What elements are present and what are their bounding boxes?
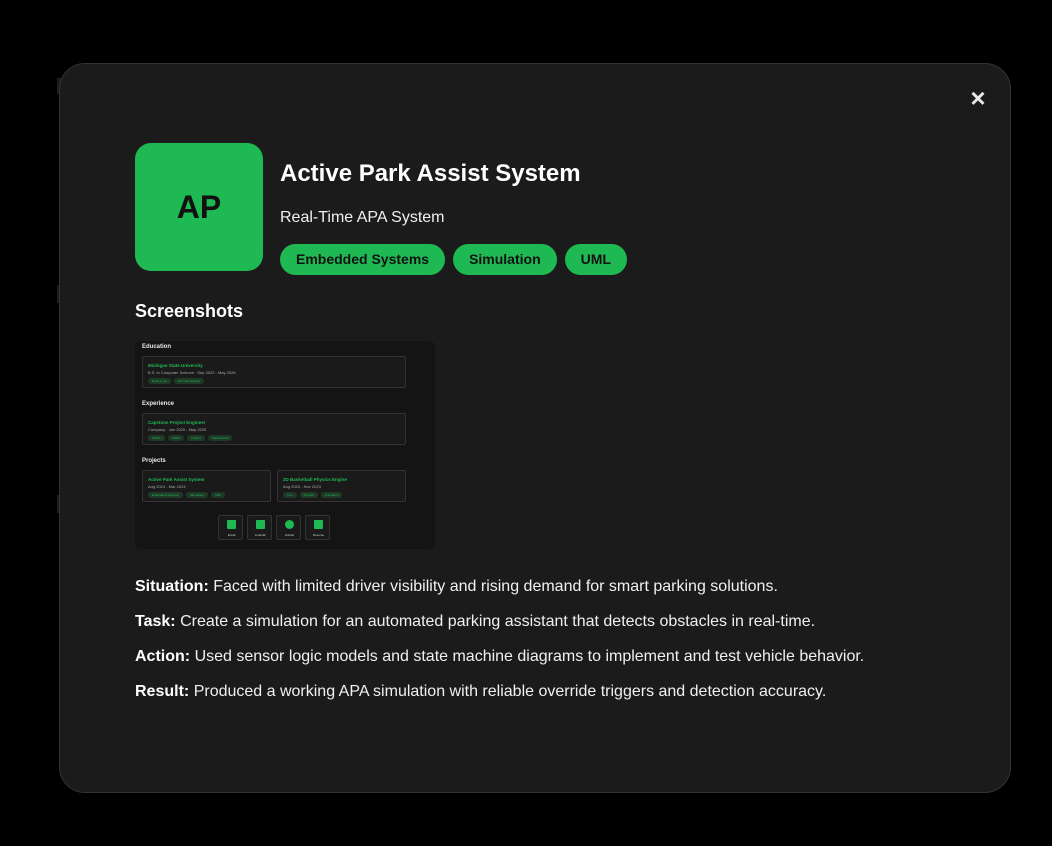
card-tags: Dean's List 3rd Year Student <box>148 378 205 384</box>
card-title: 2D Basketball Physics Engine <box>283 477 348 482</box>
star-label: Situation: <box>135 578 209 595</box>
screenshot-project-card: Active Park Assist System Aug 2024 - Mar… <box>142 470 271 502</box>
star-label: Task: <box>135 613 176 630</box>
star-action: Action: Used sensor logic models and sta… <box>135 648 864 666</box>
project-modal: × AP Active Park Assist System Real-Time… <box>59 63 1011 793</box>
button-label: Email <box>227 533 236 537</box>
tag-simulation: Simulation <box>453 244 557 275</box>
screenshot-experience-heading: Experience <box>142 401 175 407</box>
star-text: Produced a working APA simulation with r… <box>193 683 827 700</box>
star-text: Create a simulation for an automated par… <box>180 613 816 630</box>
button-label: LinkedIn <box>254 533 267 537</box>
star-text: Faced with limited driver visibility and… <box>213 578 778 595</box>
tag-uml: UML <box>564 244 627 275</box>
project-heading-group: Active Park Assist System Real-Time APA … <box>280 143 627 275</box>
card-tag: UML <box>210 492 226 498</box>
mail-icon <box>227 520 236 529</box>
star-result: Result: Produced a working APA simulatio… <box>135 683 826 701</box>
card-subtitle: Company · Jan 2025 - May 2025 <box>148 427 207 432</box>
card-tags: CUDA ONNX Python OpenSource <box>148 435 233 441</box>
card-title: Active Park Assist System <box>148 477 205 482</box>
screenshot-projects-heading: Projects <box>142 458 166 464</box>
tag-embedded-systems: Embedded Systems <box>280 244 446 275</box>
tag-list: Embedded Systems Simulation UML <box>280 244 627 275</box>
card-tag: 3rd Year Student <box>173 378 205 384</box>
screenshot-experience-card: Capstone Project Engineer Company · Jan … <box>142 413 406 445</box>
button-label: GitHub <box>284 533 295 537</box>
screenshot-project-card: 2D Basketball Physics Engine Aug 2023 - … <box>277 470 406 502</box>
screenshot-education-heading: Education <box>142 344 172 350</box>
project-header: AP Active Park Assist System Real-Time A… <box>135 143 627 275</box>
star-label: Action: <box>135 648 191 665</box>
star-label: Result: <box>135 683 190 700</box>
card-tag: C++ <box>283 492 297 498</box>
card-title: Capstone Project Engineer <box>148 420 206 425</box>
card-tag: Animation <box>321 492 343 498</box>
project-title: Active Park Assist System <box>280 160 581 187</box>
card-subtitle: Aug 2023 - Nov 2023 <box>283 484 321 489</box>
card-subtitle: Aug 2024 - Mar 2024 <box>148 484 186 489</box>
card-tags: Embedded Systems Simulation UML <box>148 492 226 498</box>
card-tag: Dean's List <box>148 378 171 384</box>
star-text: Used sensor logic models and state machi… <box>194 648 865 665</box>
screenshot-education-card: Michigan State University B.S. in Comput… <box>142 356 406 388</box>
screenshot-github-button: GitHub <box>276 515 301 540</box>
screenshots-heading: Screenshots <box>135 301 244 321</box>
screenshot-email-button: Email <box>218 515 243 540</box>
card-tag: Physics <box>299 492 319 498</box>
github-icon <box>285 520 294 529</box>
star-task: Task: Create a simulation for an automat… <box>135 613 815 631</box>
document-icon <box>314 520 323 529</box>
card-subtitle: B.S. in Computer Science · Sep 2022 - Ma… <box>148 370 236 375</box>
star-situation: Situation: Faced with limited driver vis… <box>135 578 778 596</box>
project-subtitle: Real-Time APA System <box>280 209 445 226</box>
screenshot-linkedin-button: LinkedIn <box>247 515 272 540</box>
linkedin-icon <box>256 520 265 529</box>
screenshot-resume-button: Resume <box>305 515 330 540</box>
card-tags: C++ Physics Animation <box>283 492 343 498</box>
card-title: Michigan State University <box>148 363 203 368</box>
card-tag: CUDA <box>148 435 165 441</box>
card-tag: Python <box>187 435 205 441</box>
close-icon[interactable]: × <box>968 85 988 111</box>
card-tag: ONNX <box>167 435 185 441</box>
card-tag: Simulation <box>185 492 208 498</box>
button-label: Resume <box>312 533 325 537</box>
project-logo: AP <box>135 143 263 271</box>
card-tag: Embedded Systems <box>148 492 183 498</box>
screenshot-contact-buttons: Email LinkedIn GitHub Resume <box>218 515 330 540</box>
screenshot-thumbnail[interactable]: Education Michigan State University B.S.… <box>135 341 435 549</box>
card-tag: OpenSource <box>207 435 233 441</box>
